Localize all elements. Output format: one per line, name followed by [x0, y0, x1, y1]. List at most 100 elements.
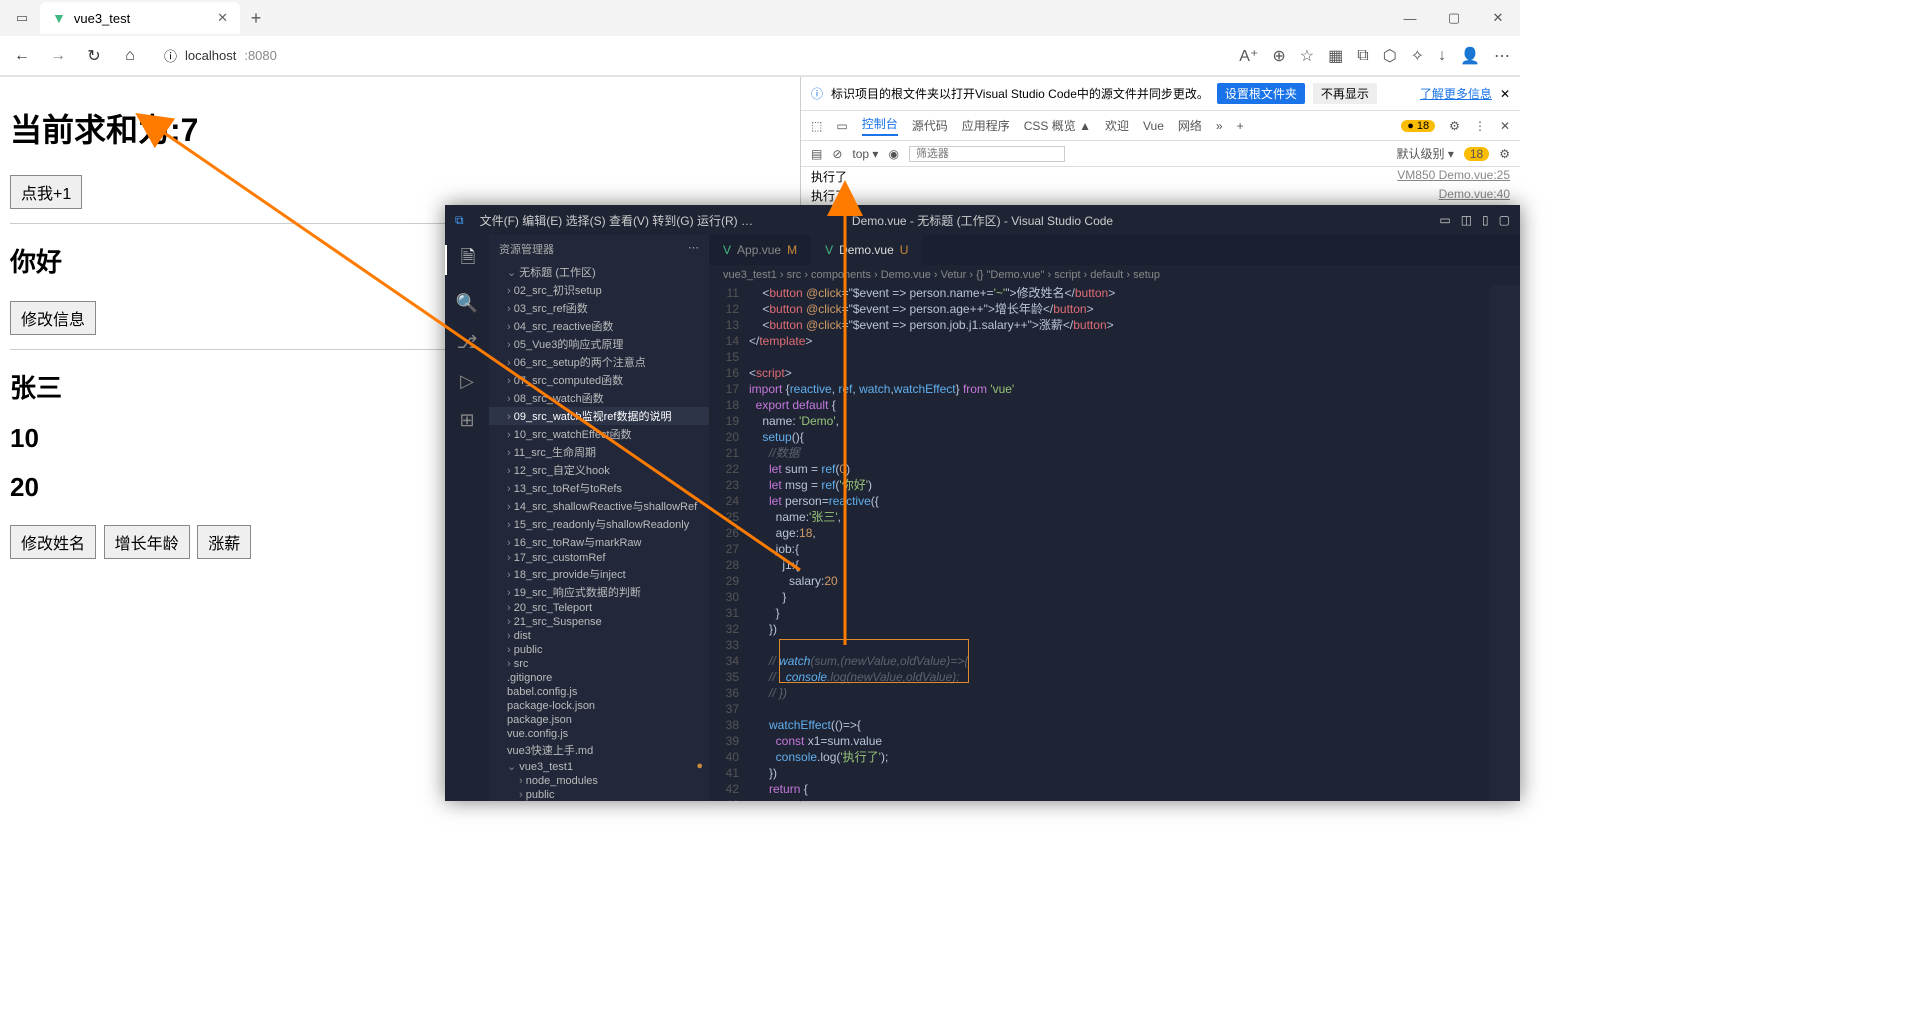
menu-item[interactable]: 运行(R) — [697, 214, 741, 228]
issue-count[interactable]: 18 — [1464, 147, 1489, 161]
folder-item[interactable]: 16_src_toRaw与markRaw — [489, 533, 709, 551]
modify-info-button[interactable]: 修改信息 — [10, 301, 96, 335]
minimize-button[interactable]: — — [1388, 0, 1432, 36]
inspect-icon[interactable]: ⬚ — [811, 119, 822, 133]
set-root-button[interactable]: 设置根文件夹 — [1217, 83, 1305, 104]
dismiss-button[interactable]: 不再显示 — [1313, 83, 1377, 104]
folder-item[interactable]: 19_src_响应式数据的判断 — [489, 583, 709, 601]
file-item[interactable]: .gitignore — [489, 671, 709, 685]
forward-button[interactable]: → — [46, 47, 70, 65]
toolbar-icon[interactable]: ✧ — [1411, 46, 1424, 66]
back-button[interactable]: ← — [10, 47, 34, 65]
search-icon[interactable]: 🔍 — [456, 293, 478, 314]
devtools-tab[interactable]: 欢迎 — [1105, 117, 1129, 134]
devtools-tab[interactable]: 网络 — [1178, 117, 1202, 134]
toolbar-icon[interactable]: ▦ — [1328, 46, 1343, 66]
workspace-root[interactable]: 无标题 (工作区) — [489, 263, 709, 281]
maximize-button[interactable]: ▢ — [1432, 0, 1476, 36]
url-input[interactable]: ⓘ localhost:8080 — [154, 42, 1227, 69]
devtools-tab[interactable]: 应用程序 — [962, 117, 1010, 134]
more-icon[interactable]: ⋯ — [688, 241, 699, 257]
layout-icon[interactable]: ▭ — [1439, 213, 1450, 227]
log-source-link[interactable]: Demo.vue:40 — [1439, 187, 1510, 204]
folder-item[interactable]: 08_src_watch函数 — [489, 389, 709, 407]
close-icon[interactable]: ✕ — [217, 10, 228, 26]
devtools-control[interactable]: ⋮ — [1474, 119, 1486, 133]
menu-item[interactable]: 查看(V) — [609, 214, 652, 228]
file-item[interactable]: vue.config.js — [489, 727, 709, 741]
toolbar-icon[interactable]: ⬡ — [1383, 46, 1397, 66]
vscode-titlebar[interactable]: ⧉ 文件(F) 编辑(E) 选择(S) 查看(V) 转到(G) 运行(R) … … — [445, 205, 1520, 235]
folder-item[interactable]: 12_src_自定义hook — [489, 461, 709, 479]
raise-salary-button[interactable]: 涨薪 — [197, 525, 251, 559]
folder-item[interactable]: 15_src_readonly与shallowReadonly — [489, 515, 709, 533]
learn-more-link[interactable]: 了解更多信息 — [1420, 85, 1492, 102]
new-tab-button[interactable]: + — [240, 8, 272, 29]
clear-console-icon[interactable]: ⊘ — [832, 147, 842, 161]
folder-item[interactable]: public — [489, 788, 709, 801]
folder-item[interactable]: src — [489, 657, 709, 671]
file-item[interactable]: package-lock.json — [489, 699, 709, 713]
menu-item[interactable]: 选择(S) — [566, 214, 609, 228]
warning-badge[interactable]: 18 — [1401, 120, 1435, 132]
devtools-tab[interactable]: Vue — [1143, 119, 1164, 133]
file-item[interactable]: package.json — [489, 713, 709, 727]
folder-item[interactable]: 13_src_toRef与toRefs — [489, 479, 709, 497]
menu-item[interactable]: 转到(G) — [652, 214, 697, 228]
code-editor[interactable]: 1112131415161718192021222324252627282930… — [709, 285, 1520, 801]
close-window-button[interactable]: ✕ — [1476, 0, 1520, 36]
folder-item[interactable]: 10_src_watchEffect函数 — [489, 425, 709, 443]
folder-item[interactable]: 17_src_customRef — [489, 551, 709, 565]
toolbar-icon[interactable]: 👤 — [1460, 46, 1480, 66]
folder-item[interactable]: 21_src_Suspense — [489, 615, 709, 629]
folder-item[interactable]: public — [489, 643, 709, 657]
layout-icon[interactable]: ◫ — [1461, 213, 1472, 227]
folder-item[interactable]: 04_src_reactive函数 — [489, 317, 709, 335]
info-icon[interactable]: ⓘ — [164, 46, 177, 65]
level-selector[interactable]: 默认级别 ▾ — [1397, 145, 1454, 162]
toolbar-icon[interactable]: ⧉ — [1357, 47, 1368, 65]
devtools-tab[interactable]: 源代码 — [912, 117, 948, 134]
increment-button[interactable]: 点我+1 — [10, 175, 82, 209]
sidebar-toggle-icon[interactable]: ▤ — [811, 147, 822, 161]
log-source-link[interactable]: VM850 Demo.vue:25 — [1397, 168, 1510, 185]
live-expression-icon[interactable]: ◉ — [888, 147, 898, 161]
context-selector[interactable]: top ▾ — [852, 147, 878, 161]
folder-item[interactable]: 06_src_setup的两个注意点 — [489, 353, 709, 371]
close-icon[interactable]: ✕ — [1500, 87, 1510, 101]
menu-item[interactable]: … — [741, 214, 753, 228]
explorer-icon[interactable]: 🗎 — [445, 245, 489, 275]
menu-item[interactable]: 编辑(E) — [522, 214, 565, 228]
layout-icon[interactable]: ▢ — [1499, 213, 1510, 227]
modify-name-button[interactable]: 修改姓名 — [10, 525, 96, 559]
minimap[interactable] — [1490, 285, 1520, 801]
folder-item[interactable]: dist — [489, 629, 709, 643]
layout-icon[interactable]: ▯ — [1482, 213, 1489, 227]
editor-tab[interactable]: V Demo.vue U — [811, 235, 922, 265]
menu-item[interactable]: 文件(F) — [480, 214, 523, 228]
folder-item[interactable]: vue3_test1● — [489, 759, 709, 774]
folder-item[interactable]: 07_src_computed函数 — [489, 371, 709, 389]
filter-input[interactable] — [909, 146, 1065, 162]
folder-item[interactable]: 18_src_provide与inject — [489, 565, 709, 583]
refresh-button[interactable]: ↻ — [82, 46, 106, 66]
file-item[interactable]: vue3快速上手.md — [489, 741, 709, 759]
devtools-control[interactable]: ⚙ — [1449, 119, 1460, 133]
toolbar-icon[interactable]: ↓ — [1438, 47, 1446, 65]
vscode-menu[interactable]: 文件(F) 编辑(E) 选择(S) 查看(V) 转到(G) 运行(R) … — [480, 212, 753, 229]
gear-icon[interactable]: ⚙ — [1499, 147, 1510, 161]
increase-age-button[interactable]: 增长年龄 — [104, 525, 190, 559]
device-icon[interactable]: ▭ — [836, 119, 847, 133]
toolbar-icon[interactable]: A⁺ — [1239, 46, 1258, 66]
editor-tab[interactable]: V App.vue M — [709, 235, 811, 265]
toolbar-icon[interactable]: ☆ — [1300, 46, 1314, 66]
extensions-icon[interactable]: ⊞ — [459, 410, 474, 431]
toolbar-icon[interactable]: ⋯ — [1494, 46, 1510, 66]
vscode-layout-controls[interactable]: ▭ ◫ ▯ ▢ — [1439, 213, 1510, 227]
tab-overview-button[interactable]: ▭ — [8, 4, 36, 32]
source-control-icon[interactable]: ⎇ — [457, 332, 478, 353]
devtools-tab[interactable]: 控制台 — [862, 115, 898, 136]
folder-item[interactable]: 05_Vue3的响应式原理 — [489, 335, 709, 353]
toolbar-icon[interactable]: ⊕ — [1272, 46, 1285, 66]
debug-icon[interactable]: ▷ — [460, 371, 474, 392]
